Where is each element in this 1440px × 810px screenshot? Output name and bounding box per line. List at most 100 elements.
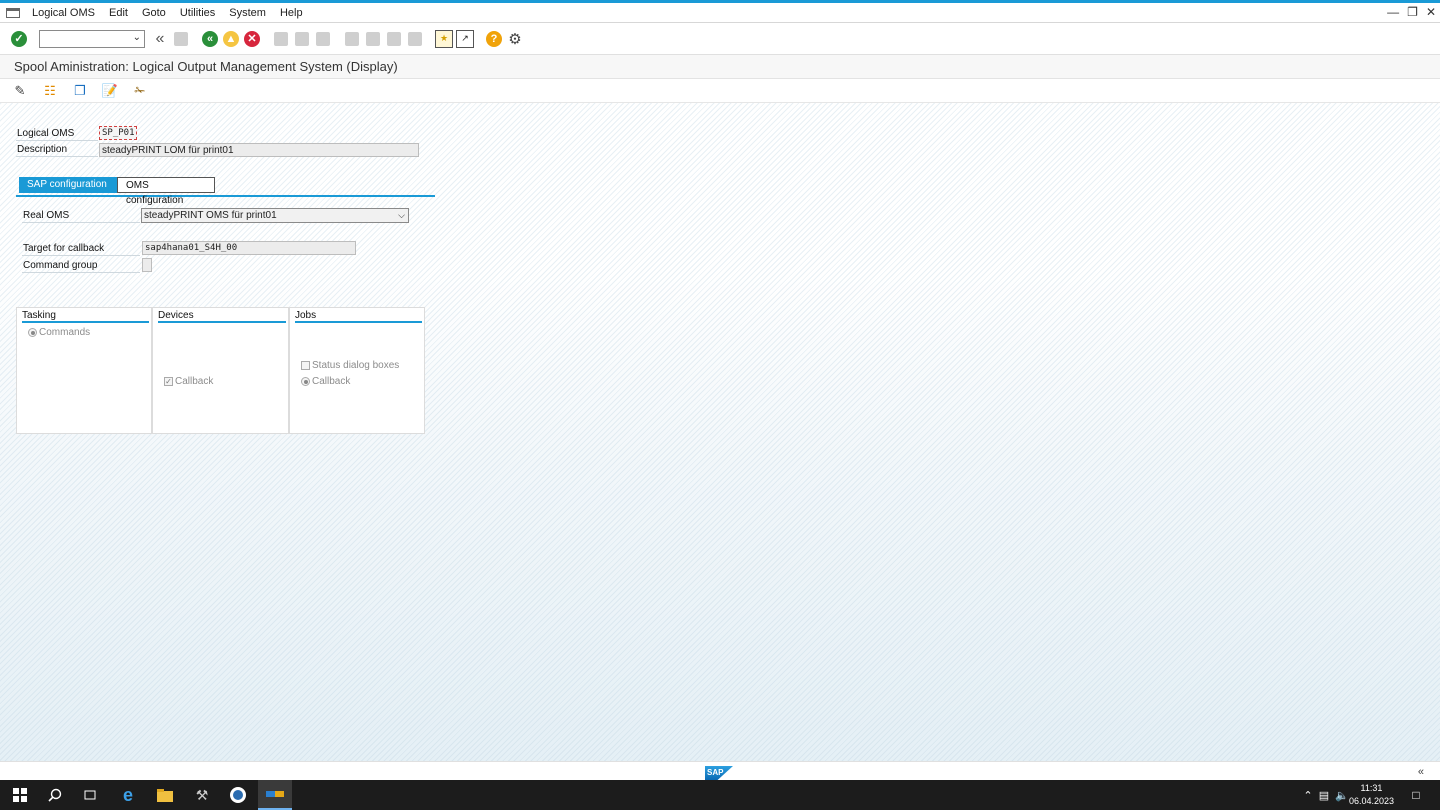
devices-group-title: Devices [158,310,286,323]
edit-pencil-icon[interactable]: ✎ [12,83,28,99]
commands-radio[interactable] [28,328,37,337]
find-button[interactable] [293,30,311,48]
create-shortcut-button[interactable]: ↗ [456,29,474,48]
exit-button[interactable]: ▲ [222,30,240,48]
shortcut-icon: ↗ [461,33,469,43]
search-icon[interactable] [45,785,65,805]
task-view-icon[interactable] [80,785,100,805]
commands-label: Commands [39,327,91,338]
sap-gui-window: Logical OMS Edit Goto Utilities System H… [0,0,1440,783]
where-used-icon[interactable]: ✁ [132,83,148,99]
file-explorer-icon[interactable] [155,785,175,805]
print-button[interactable] [272,30,290,48]
exit-icon: ▲ [223,30,239,47]
status-bar-expand-button[interactable]: « [1418,766,1424,778]
sap-logo: SAP [705,766,733,780]
last-page-button[interactable] [406,30,424,48]
clock-time: 11:31 [1360,783,1383,793]
logical-oms-field[interactable]: SP_P01 [99,126,137,140]
status-dialog-option[interactable]: Status dialog boxes [301,360,399,371]
status-dialog-label: Status dialog boxes [312,360,400,371]
previous-page-button[interactable] [364,30,382,48]
description-field[interactable]: steadyPRINT LOM für print01 [99,143,419,157]
jobs-group: Jobs Status dialog boxes Callback [289,307,425,434]
windows-taskbar: e ⚒ ⌃ ▤ 🔈 11:31 06.04.2023 □ [0,780,1440,810]
find-next-icon [316,31,330,46]
sap-logon-taskbar-icon[interactable] [258,780,292,810]
tasking-group: Tasking Commands [16,307,152,434]
create-session-button[interactable]: ★ [435,29,453,48]
logical-oms-label: Logical OMS [16,127,98,141]
new-session-icon: ★ [439,33,449,43]
real-oms-label: Real OMS [22,209,140,223]
first-page-icon [345,31,359,46]
system-clock[interactable]: 11:31 06.04.2023 [1349,782,1394,808]
next-page-icon [387,31,401,46]
tab-oms-configuration[interactable]: OMS configuration [117,177,215,206]
real-oms-value: steadyPRINT OMS für print01 [144,210,277,221]
checkmark-icon: ✓ [11,30,27,47]
devices-callback-label: Callback [175,376,214,387]
first-page-button[interactable] [343,30,361,48]
next-page-button[interactable] [385,30,403,48]
windows-start-icon[interactable] [10,785,30,805]
chevron-down-icon[interactable]: ⌄ [133,32,141,43]
standard-toolbar: ✓ ⌄ « « ▲ ✕ ★ ↗ ? ⚙ [0,23,1440,55]
edit-document-icon[interactable]: 📝 [102,83,118,99]
help-icon: ? [486,30,502,47]
hierarchy-icon[interactable]: ☷ [42,83,58,99]
back-icon: « [202,30,218,47]
target-callback-label: Target for callback [22,242,140,256]
target-callback-field[interactable]: sap4hana01_S4H_00 [142,241,356,255]
tab-strip: SAP configuration OMS configuration [16,177,435,206]
menu-system[interactable]: System [222,7,273,19]
devices-callback-option[interactable]: ✓ Callback [164,376,213,387]
copy-icon[interactable]: ❐ [72,83,88,99]
help-button[interactable]: ? [485,30,503,48]
menu-bar: Logical OMS Edit Goto Utilities System H… [0,3,1440,23]
status-dialog-checkbox[interactable] [301,361,310,370]
description-label: Description [16,143,98,157]
application-toolbar: ✎ ☷ ❐ 📝 ✁ [0,79,1440,103]
save-button[interactable] [172,30,190,48]
window-menu-icon[interactable] [6,7,20,18]
jobs-callback-radio[interactable] [301,377,310,386]
internet-explorer-icon[interactable]: e [118,785,138,805]
page-title: Spool Aministration: Logical Output Mana… [0,55,1440,79]
notification-center-icon[interactable]: □ [1406,785,1426,805]
jobs-callback-option[interactable]: Callback [301,376,350,387]
commands-option[interactable]: Commands [28,327,90,338]
real-oms-select[interactable]: steadyPRINT OMS für print01 ⌵ [141,208,409,223]
devices-group: Devices ✓ Callback [152,307,289,434]
customize-layout-button[interactable]: ⚙ [506,30,524,48]
cancel-button[interactable]: ✕ [243,30,261,48]
steadyprint-app-icon[interactable] [228,785,248,805]
minimize-icon[interactable]: — [1387,5,1399,19]
close-icon[interactable]: ✕ [1426,5,1436,19]
network-icon[interactable]: ▤ [1314,785,1334,805]
find-icon [295,31,309,46]
chevron-down-icon[interactable]: ⌵ [398,209,405,222]
save-icon [174,31,188,46]
command-group-label: Command group [22,259,140,273]
menu-help[interactable]: Help [273,7,310,19]
devices-callback-checkbox[interactable]: ✓ [164,377,173,386]
menu-logical-oms[interactable]: Logical OMS [25,7,102,19]
command-group-field[interactable] [142,258,152,272]
menu-edit[interactable]: Edit [102,7,135,19]
tab-sap-configuration[interactable]: SAP configuration [19,177,117,193]
gear-icon: ⚙ [508,30,522,48]
enter-button[interactable]: ✓ [10,30,28,48]
menu-utilities[interactable]: Utilities [173,7,222,19]
print-icon [274,31,288,46]
menu-goto[interactable]: Goto [135,7,173,19]
find-next-button[interactable] [314,30,332,48]
jobs-callback-label: Callback [312,376,351,387]
collapse-command-field-button[interactable]: « [151,30,169,48]
tools-icon[interactable]: ⚒ [192,785,212,805]
back-button[interactable]: « [201,30,219,48]
command-field[interactable]: ⌄ [39,29,145,48]
restore-icon[interactable]: ❐ [1407,5,1418,19]
cancel-icon: ✕ [244,30,260,47]
clock-date: 06.04.2023 [1348,796,1394,806]
